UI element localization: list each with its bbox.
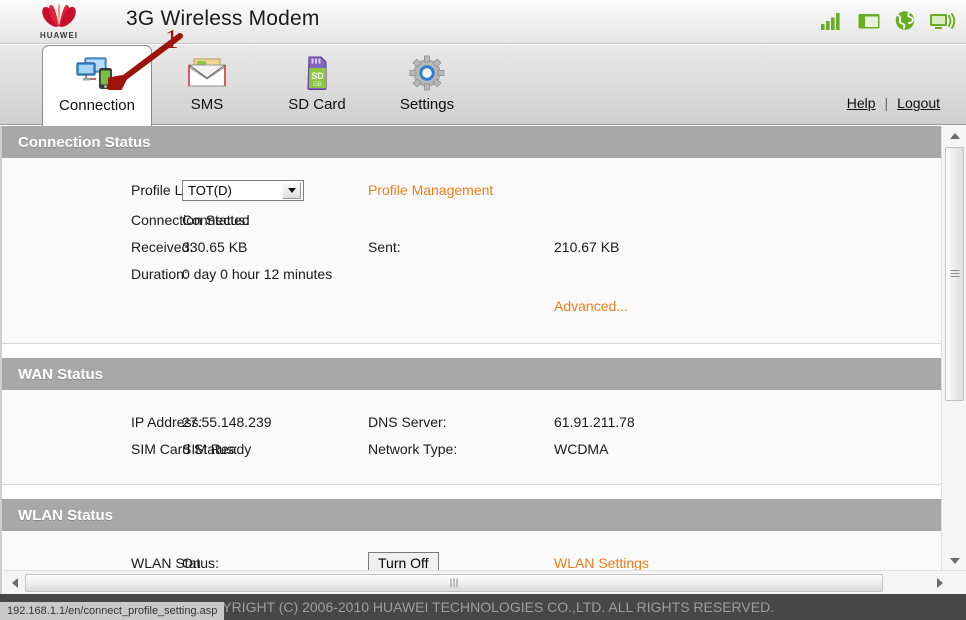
- network-type-value: WCDMA: [554, 440, 609, 457]
- tab-connection[interactable]: Connection: [42, 45, 152, 126]
- scroll-right-arrow-icon[interactable]: [929, 571, 950, 594]
- top-right-links: Help | Logout: [847, 95, 940, 111]
- vertical-scrollbar[interactable]: [941, 126, 966, 570]
- copyright-text: COPYRIGHT (C) 2006-2010 HUAWEI TECHNOLOG…: [191, 599, 775, 615]
- section-gap-2: [2, 485, 943, 499]
- sd-card-icon: SD GB: [295, 52, 339, 94]
- sent-label: Sent:: [368, 238, 401, 255]
- duration-label: Duration:: [131, 265, 188, 282]
- scroll-grip-icon: [950, 270, 959, 278]
- profile-list-selected-value: TOT(D): [188, 182, 232, 198]
- tab-sms[interactable]: SMS: [152, 45, 262, 125]
- help-link[interactable]: Help: [847, 95, 876, 111]
- row-profile-list: Profile List: TOT(D) Profile Management: [2, 174, 943, 206]
- row-duration: Duration: 0 day 0 hour 12 minutes: [2, 260, 943, 287]
- browser-viewport: HUAWEI 3G Wireless Modem Connection SMS …: [0, 0, 966, 620]
- wlan-status-value: On: [182, 555, 201, 570]
- svg-text:GB: GB: [313, 82, 322, 88]
- row-connection-status: Connection Status: Connected: [2, 206, 943, 233]
- tab-sd-card[interactable]: SD GB SD Card: [262, 45, 372, 125]
- sim-card-status-value: SIM Ready: [182, 440, 252, 457]
- signal-bars-icon: [821, 12, 840, 30]
- tab-label-settings: Settings: [399, 96, 455, 113]
- content-pane: Connection Status Profile List: TOT(D) P…: [0, 126, 966, 594]
- turn-off-button-wrap: Turn Off: [368, 552, 554, 570]
- connection-status-value: Connected: [182, 211, 250, 228]
- wlan-settings-link[interactable]: WLAN Settings: [554, 555, 649, 570]
- scroll-up-arrow-icon[interactable]: [942, 126, 966, 145]
- connection-icon: [75, 53, 119, 95]
- received-label: Received:: [131, 238, 194, 255]
- wifi-monitor-icon: [930, 12, 956, 29]
- tab-bar: Connection SMS SD GB SD Card Settings He…: [0, 45, 966, 126]
- section-body-wlan-status: WLAN Status: On Turn Off WLAN Settings: [2, 531, 943, 570]
- row-wlan-status: WLAN Status: On Turn Off WLAN Settings: [2, 550, 943, 570]
- huawei-logo: HUAWEI: [22, 3, 96, 41]
- sim-card-status-label: SIM Card Status:: [131, 440, 238, 457]
- profile-management-link[interactable]: Profile Management: [368, 182, 493, 198]
- row-advanced: Advanced...: [2, 287, 943, 325]
- tab-label-sms: SMS: [190, 96, 224, 113]
- profile-list-select-wrap: TOT(D): [182, 179, 368, 201]
- tab-label-sd-card: SD Card: [288, 96, 346, 113]
- duration-value: 0 day 0 hour 12 minutes: [182, 265, 333, 282]
- network-type-label: Network Type:: [368, 440, 458, 457]
- profile-list-label: Profile List:: [131, 182, 201, 198]
- logout-link[interactable]: Logout: [897, 95, 940, 111]
- scroll-grip-horizontal-icon: [450, 578, 458, 588]
- chevron-down-icon[interactable]: [282, 181, 301, 199]
- status-icon-group: [820, 10, 956, 31]
- profile-list-select[interactable]: TOT(D): [182, 179, 304, 201]
- sim-card-icon: [858, 13, 880, 28]
- status-bar-url: 192.168.1.1/en/connect_profile_setting.a…: [7, 605, 218, 617]
- tab-settings[interactable]: Settings: [372, 45, 482, 125]
- svg-text:SD: SD: [311, 71, 324, 81]
- section-header-connection-status: Connection Status: [2, 126, 943, 158]
- dns-server-value: 61.91.211.78: [554, 413, 635, 430]
- turn-off-button[interactable]: Turn Off: [368, 552, 439, 570]
- tab-list: Connection SMS SD GB SD Card Settings: [42, 45, 482, 126]
- browser-status-bar: 192.168.1.1/en/connect_profile_setting.a…: [0, 602, 225, 620]
- section-body-wan-status: IP Address: 27.55.148.239 DNS Server: 61…: [2, 390, 943, 485]
- dns-server-label: DNS Server:: [368, 413, 447, 430]
- ip-address-label: IP Address:: [131, 413, 203, 430]
- scroll-down-arrow-icon[interactable]: [942, 551, 966, 570]
- section-body-connection-status: Profile List: TOT(D) Profile Management: [2, 158, 943, 344]
- wlan-status-label: WLAN Status:: [131, 555, 219, 570]
- ip-address-value: 27.55.148.239: [182, 413, 272, 430]
- horizontal-scroll-thumb[interactable]: [25, 574, 883, 592]
- links-separator: |: [884, 95, 889, 111]
- logo-wordmark: HUAWEI: [40, 31, 78, 40]
- vertical-scroll-thumb[interactable]: [945, 147, 964, 401]
- advanced-link-wrap: Advanced...: [554, 298, 628, 314]
- globe-network-icon: [895, 11, 915, 30]
- scroll-left-arrow-icon[interactable]: [4, 571, 25, 594]
- received-value: 330.65 KB: [182, 238, 248, 255]
- row-sim-network: SIM Card Status: SIM Ready Network Type:…: [2, 435, 943, 462]
- advanced-link[interactable]: Advanced...: [554, 298, 628, 314]
- page-scroll-content: Connection Status Profile List: TOT(D) P…: [2, 126, 943, 570]
- horizontal-scrollbar[interactable]: [2, 570, 966, 594]
- row-ip-dns: IP Address: 27.55.148.239 DNS Server: 61…: [2, 408, 943, 435]
- section-header-wan-status: WAN Status: [2, 358, 943, 390]
- section-header-wlan-status: WLAN Status: [2, 499, 943, 531]
- profile-management-link-wrap: Profile Management: [368, 182, 554, 198]
- tab-label-connection: Connection: [59, 97, 135, 114]
- wlan-settings-link-wrap: WLAN Settings: [554, 555, 649, 570]
- sent-value: 210.67 KB: [554, 238, 620, 255]
- row-received-sent: Received: 330.65 KB Sent: 210.67 KB: [2, 233, 943, 260]
- connection-status-label: Connection Status:: [131, 211, 250, 228]
- section-gap-1: [2, 344, 943, 358]
- app-header: HUAWEI 3G Wireless Modem: [0, 0, 966, 44]
- page-title: 3G Wireless Modem: [126, 7, 320, 30]
- envelope-icon: [185, 52, 229, 94]
- gear-icon: [405, 52, 449, 94]
